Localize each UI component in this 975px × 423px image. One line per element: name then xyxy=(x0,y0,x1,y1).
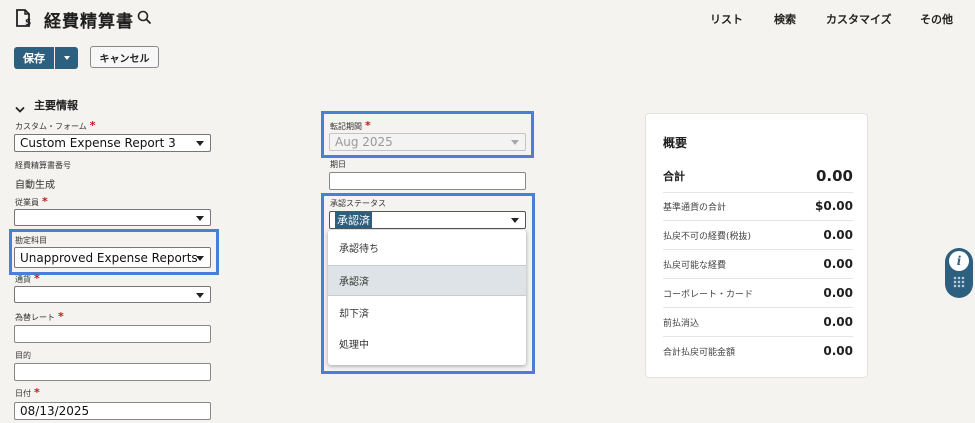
date-label: 日付 * xyxy=(15,386,40,399)
save-options-button[interactable] xyxy=(55,47,78,69)
due-date-input[interactable] xyxy=(329,172,526,190)
summary-row-total: 合計 0.00 xyxy=(663,167,853,185)
summary-row-nonreimbursable: 払戻不可の経費(税抜) 0.00 xyxy=(663,228,853,242)
divider xyxy=(663,278,853,279)
caret-down-icon xyxy=(196,141,204,146)
summary-title: 概要 xyxy=(663,136,688,150)
custom-form-label: カスタム・フォーム * xyxy=(15,119,96,132)
divider xyxy=(663,249,853,250)
approval-status-label: 承認ステータス xyxy=(330,199,386,208)
svg-text:$: $ xyxy=(25,18,31,28)
approval-status-select[interactable]: 承認済 xyxy=(329,211,526,229)
posting-period-label: 転記期間 * xyxy=(330,119,371,132)
caret-down-icon xyxy=(196,215,204,221)
expense-report-icon: $ xyxy=(14,8,34,28)
due-date-label: 期日 xyxy=(330,160,346,169)
employee-select[interactable] xyxy=(14,209,211,226)
search-icon[interactable] xyxy=(137,10,152,25)
account-select[interactable]: Unapproved Expense Reports xyxy=(14,247,211,268)
help-widget[interactable]: i xyxy=(945,248,973,298)
divider xyxy=(663,336,853,337)
summary-row-corporate-card: コーポレート・カード 0.00 xyxy=(663,286,853,300)
info-icon[interactable]: i xyxy=(949,251,969,271)
summary-row-base-currency: 基準通貨の合計 $0.00 xyxy=(663,199,853,213)
date-input[interactable]: 08/13/2025 xyxy=(14,402,211,420)
currency-label: 通貨 * xyxy=(15,272,40,285)
exchange-rate-label: 為替レート * xyxy=(15,310,64,323)
page-title: 経費精算書 xyxy=(44,12,134,32)
divider xyxy=(663,307,853,308)
employee-label: 従業員 * xyxy=(15,195,48,208)
summary-row-reimbursable: 払戻可能な経費 0.00 xyxy=(663,257,853,271)
account-value: Unapproved Expense Reports xyxy=(20,250,198,265)
divider xyxy=(663,220,853,221)
summary-panel: 概要 合計 0.00 基準通貨の合計 $0.00 払戻不可の経費(税抜) 0.0… xyxy=(645,113,868,378)
exchange-rate-input[interactable] xyxy=(14,325,211,343)
nav-more[interactable]: その他 xyxy=(920,11,953,27)
report-number-label: 経費精算書番号 xyxy=(15,161,71,170)
summary-row-total-reimbursable: 合計払戻可能金額 0.00 xyxy=(663,344,853,358)
posting-period-value: Aug 2025 xyxy=(335,135,393,149)
currency-select[interactable] xyxy=(14,286,211,303)
divider xyxy=(663,192,853,193)
nav-list[interactable]: リスト xyxy=(710,11,743,27)
section-title: 主要情報 xyxy=(34,99,78,112)
purpose-input[interactable] xyxy=(14,363,211,381)
caret-down-icon xyxy=(511,218,519,223)
report-number-value: 自動生成 xyxy=(15,180,55,191)
posting-period-select[interactable]: Aug 2025 xyxy=(329,133,526,151)
approval-status-value: 承認済 xyxy=(335,212,372,228)
grip-icon[interactable] xyxy=(953,276,965,288)
summary-row-advance: 前払消込 0.00 xyxy=(663,315,853,329)
cancel-button[interactable]: キャンセル xyxy=(90,46,159,68)
nav-search[interactable]: 検索 xyxy=(774,11,796,27)
custom-form-select[interactable]: Custom Expense Report 3 xyxy=(14,134,211,152)
chevron-down-icon[interactable] xyxy=(15,99,25,113)
option-processing[interactable]: 処理中 xyxy=(328,328,526,359)
save-button[interactable]: 保存 xyxy=(14,47,54,69)
option-pending[interactable]: 承認待ち xyxy=(328,232,526,263)
account-label: 勘定科目 xyxy=(15,236,47,245)
purpose-label: 目的 xyxy=(15,351,31,360)
custom-form-value: Custom Expense Report 3 xyxy=(20,136,176,150)
caret-down-icon xyxy=(196,255,204,261)
option-rejected[interactable]: 却下済 xyxy=(328,297,526,328)
caret-down-icon xyxy=(196,292,204,298)
option-approved[interactable]: 承認済 xyxy=(328,265,526,296)
caret-down-icon xyxy=(63,56,70,60)
nav-customize[interactable]: カスタマイズ xyxy=(826,11,892,27)
approval-status-dropdown: 承認待ち 承認済 却下済 処理中 xyxy=(328,230,526,365)
caret-down-icon xyxy=(511,140,519,145)
